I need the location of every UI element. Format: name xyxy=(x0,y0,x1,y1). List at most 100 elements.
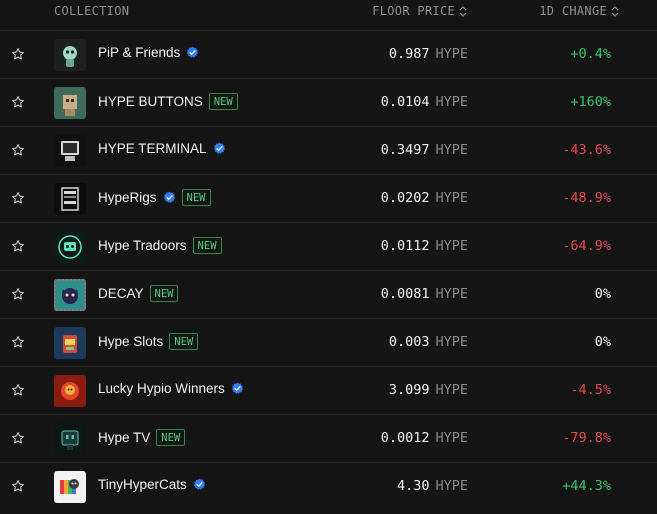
collection-name: HypeRigs xyxy=(98,190,157,205)
floor-price: 0.0081 HYPE xyxy=(381,286,468,302)
floor-price-value: 0.0112 xyxy=(380,238,430,254)
collection-name-link[interactable]: TinyHyperCats xyxy=(98,477,206,492)
star-icon[interactable] xyxy=(11,239,25,253)
floor-price-value: 3.099 xyxy=(388,382,430,398)
change-1d-value: -48.9% xyxy=(562,190,611,206)
change-1d-value: -64.9% xyxy=(562,238,611,254)
star-icon[interactable] xyxy=(11,431,25,445)
collection-thumbnail[interactable] xyxy=(54,87,86,119)
floor-price-unit: HYPE xyxy=(435,238,468,254)
floor-price: 0.0104 HYPE xyxy=(381,94,468,110)
collection-column-header: COLLECTION xyxy=(54,4,130,18)
star-icon[interactable] xyxy=(11,47,25,61)
collection-name: HYPE BUTTONS xyxy=(98,94,203,109)
verified-badge-icon xyxy=(186,46,199,59)
collection-thumbnail[interactable] xyxy=(54,183,86,215)
change-1d-value: 0% xyxy=(594,334,611,350)
collection-name-link[interactable]: Hype Tradoors NEW xyxy=(98,237,222,254)
table-row[interactable]: HypeRigs NEW 0.0202 HYPE -48.9% xyxy=(0,174,657,222)
floor-price: 0.3497 HYPE xyxy=(381,142,468,158)
change-1d-value: +0.4% xyxy=(570,46,611,62)
change-1d-sort-header[interactable]: 1D CHANGE xyxy=(539,4,619,18)
star-icon[interactable] xyxy=(11,335,25,349)
floor-price-unit: HYPE xyxy=(435,46,468,62)
floor-price-unit: HYPE xyxy=(435,430,468,446)
new-badge: NEW xyxy=(156,429,186,446)
collection-name: Hype Slots xyxy=(98,334,164,349)
floor-price-value: 0.987 xyxy=(388,46,430,62)
floor-price: 4.30 HYPE xyxy=(397,478,468,494)
table-row[interactable]: PiP & Friends 0.987 HYPE +0.4% xyxy=(0,30,657,78)
floor-price-unit: HYPE xyxy=(435,190,468,206)
collection-thumbnail[interactable] xyxy=(54,327,86,359)
sort-icon xyxy=(611,5,619,17)
collection-name: TinyHyperCats xyxy=(98,477,187,492)
table-row[interactable]: TinyHyperCats 4.30 HYPE +44.3% xyxy=(0,462,657,510)
new-badge: NEW xyxy=(208,93,238,110)
new-badge: NEW xyxy=(149,285,179,302)
collections-table: COLLECTION FLOOR PRICE 1D CHANGE PiP & F… xyxy=(0,0,657,514)
change-1d-value: 0% xyxy=(594,286,611,302)
collection-name: Hype Tradoors xyxy=(98,238,187,253)
collection-thumbnail[interactable] xyxy=(54,135,86,167)
collection-thumbnail[interactable] xyxy=(54,471,86,503)
star-icon[interactable] xyxy=(11,287,25,301)
table-row[interactable]: Lucky Hypio Winners 3.099 HYPE -4.5% xyxy=(0,366,657,414)
change-1d-value: -4.5% xyxy=(570,382,611,398)
collection-name-link[interactable]: HypeRigs NEW xyxy=(98,189,211,206)
floor-price-value: 0.0081 xyxy=(380,286,430,302)
new-badge: NEW xyxy=(192,237,222,254)
floor-price-unit: HYPE xyxy=(435,382,468,398)
star-icon[interactable] xyxy=(11,191,25,205)
collection-name-link[interactable]: PiP & Friends xyxy=(98,45,199,60)
floor-price-value: 0.0012 xyxy=(380,430,430,446)
collection-name: Lucky Hypio Winners xyxy=(98,381,225,396)
table-row[interactable]: Hype TV NEW 0.0012 HYPE -79.8% xyxy=(0,414,657,462)
star-icon[interactable] xyxy=(11,95,25,109)
floor-price-header-label: FLOOR PRICE xyxy=(372,4,455,18)
collection-thumbnail[interactable] xyxy=(54,279,86,311)
collection-name-link[interactable]: HYPE TERMINAL xyxy=(98,141,226,156)
new-badge: NEW xyxy=(181,189,211,206)
floor-price-value: 0.3497 xyxy=(380,142,430,158)
collection-name: Hype TV xyxy=(98,430,151,445)
star-icon[interactable] xyxy=(11,143,25,157)
collection-thumbnail[interactable] xyxy=(54,423,86,455)
collection-thumbnail[interactable] xyxy=(54,231,86,263)
sort-icon xyxy=(459,5,467,17)
star-icon[interactable] xyxy=(11,479,25,493)
floor-price: 0.003 HYPE xyxy=(389,334,468,350)
floor-price-unit: HYPE xyxy=(435,286,468,302)
floor-price-unit: HYPE xyxy=(435,94,468,110)
change-1d-value: +160% xyxy=(570,94,611,110)
verified-badge-icon xyxy=(213,142,226,155)
table-row[interactable]: DECAY NEW 0.0081 HYPE 0% xyxy=(0,270,657,318)
change-1d-value: +44.3% xyxy=(562,478,611,494)
floor-price: 0.0112 HYPE xyxy=(381,238,468,254)
table-header: COLLECTION FLOOR PRICE 1D CHANGE xyxy=(0,0,657,24)
new-badge: NEW xyxy=(169,333,199,350)
collection-name-link[interactable]: DECAY NEW xyxy=(98,285,179,302)
floor-price-value: 4.30 xyxy=(396,478,430,494)
table-row[interactable]: HYPE BUTTONS NEW 0.0104 HYPE +160% xyxy=(0,78,657,126)
change-1d-header-label: 1D CHANGE xyxy=(539,4,607,18)
floor-price-unit: HYPE xyxy=(435,142,468,158)
collection-name-link[interactable]: Hype TV NEW xyxy=(98,429,186,446)
star-icon[interactable] xyxy=(11,383,25,397)
floor-price: 3.099 HYPE xyxy=(389,382,468,398)
floor-price-value: 0.0202 xyxy=(380,190,430,206)
collection-name-link[interactable]: Hype Slots NEW xyxy=(98,333,199,350)
table-row[interactable]: Hype Slots NEW 0.003 HYPE 0% xyxy=(0,318,657,366)
floor-price: 0.0012 HYPE xyxy=(381,430,468,446)
table-row[interactable]: Hype Tradoors NEW 0.0112 HYPE -64.9% xyxy=(0,222,657,270)
verified-badge-icon xyxy=(163,191,176,204)
collection-name-link[interactable]: HYPE BUTTONS NEW xyxy=(98,93,238,110)
table-row[interactable]: HYPE TERMINAL 0.3497 HYPE -43.6% xyxy=(0,126,657,174)
change-1d-value: -79.8% xyxy=(562,430,611,446)
floor-price-sort-header[interactable]: FLOOR PRICE xyxy=(372,4,467,18)
collection-thumbnail[interactable] xyxy=(54,375,86,407)
change-1d-value: -43.6% xyxy=(562,142,611,158)
collection-name: PiP & Friends xyxy=(98,45,181,60)
collection-name-link[interactable]: Lucky Hypio Winners xyxy=(98,381,244,396)
collection-thumbnail[interactable] xyxy=(54,39,86,71)
